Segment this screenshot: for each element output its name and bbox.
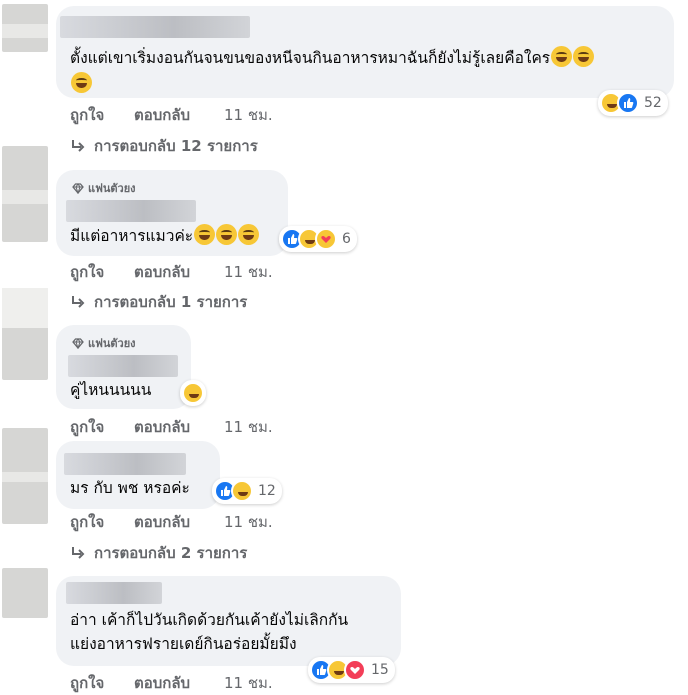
avatar[interactable] xyxy=(2,288,48,380)
comment-actions: ถูกใจ ตอบกลับ 11 ชม. xyxy=(70,510,273,534)
timestamp[interactable]: 11 ชม. xyxy=(224,415,273,439)
like-button[interactable]: ถูกใจ xyxy=(70,103,134,127)
reply-button[interactable]: ตอบกลับ xyxy=(134,260,224,284)
timestamp[interactable]: 11 ชม. xyxy=(224,671,273,695)
love-reaction-icon xyxy=(344,659,366,681)
commenter-name-blurred[interactable] xyxy=(66,582,162,604)
like-button[interactable]: ถูกใจ xyxy=(70,510,134,534)
reaction-count: 12 xyxy=(258,483,276,499)
top-fan-badge: แฟนตัวยง xyxy=(72,179,136,197)
comment-actions: ถูกใจ ตอบกลับ 11 ชม. xyxy=(70,671,273,695)
commenter-name-blurred[interactable] xyxy=(68,355,178,377)
comment-bubble: แฟนตัวยง มีแต่อาหารแมวค่ะ xyxy=(56,170,288,256)
comment-text: มร กับ พช หรอค่ะ xyxy=(70,479,190,497)
like-button[interactable]: ถูกใจ xyxy=(70,415,134,439)
laughing-emoji-icon xyxy=(216,224,238,245)
reply-arrow-icon xyxy=(72,547,85,559)
commenter-name-blurred[interactable] xyxy=(60,16,250,38)
avatar[interactable] xyxy=(2,4,48,52)
reaction-summary[interactable] xyxy=(180,380,206,406)
comment-text-line-2: แย่งอาหารฟรายเดย์กินอร่อยมั้ยมึง xyxy=(70,635,297,653)
comment-text: คู่ไหนนนนน xyxy=(70,381,152,399)
like-button[interactable]: ถูกใจ xyxy=(70,260,134,284)
reaction-count: 52 xyxy=(644,95,662,111)
comment-bubble: แฟนตัวยง คู่ไหนนนนน xyxy=(56,325,191,409)
reply-button[interactable]: ตอบกลับ xyxy=(134,671,224,695)
commenter-name-blurred[interactable] xyxy=(64,453,186,475)
haha-reaction-icon xyxy=(231,480,253,502)
reaction-summary[interactable]: 12 xyxy=(212,478,282,504)
reply-button[interactable]: ตอบกลับ xyxy=(134,510,224,534)
care-reaction-icon xyxy=(315,228,337,250)
reply-arrow-icon xyxy=(72,140,85,152)
timestamp[interactable]: 11 ชม. xyxy=(224,510,273,534)
comment-text: อ่าา เค้าก็ไปวันเกิดด้วยกันเค้ายังไม่เลิ… xyxy=(70,611,349,629)
timestamp[interactable]: 11 ชม. xyxy=(224,260,273,284)
comment-text: ตั้งแต่เขาเริ่มงอนกันจนขนของหนีจนกินอาหา… xyxy=(70,46,595,70)
like-reaction-icon xyxy=(617,92,639,114)
reply-button[interactable]: ตอบกลับ xyxy=(134,415,224,439)
reaction-summary[interactable]: 6 xyxy=(279,226,357,252)
diamond-icon xyxy=(72,337,84,349)
view-replies-link[interactable]: การตอบกลับ 12 รายการ xyxy=(70,134,258,158)
commenter-name-blurred[interactable] xyxy=(66,200,196,222)
reply-button[interactable]: ตอบกลับ xyxy=(134,103,224,127)
comment-bubble: ตั้งแต่เขาเริ่มงอนกันจนขนของหนีจนกินอาหา… xyxy=(56,6,674,98)
haha-reaction-icon xyxy=(182,382,204,404)
reaction-count: 15 xyxy=(371,662,389,678)
laughing-emoji-icon xyxy=(71,72,92,93)
comment-text: มีแต่อาหารแมวค่ะ xyxy=(70,224,260,248)
comment-actions: ถูกใจ ตอบกลับ 11 ชม. xyxy=(70,103,273,127)
view-replies-link[interactable]: การตอบกลับ 2 รายการ xyxy=(70,541,247,565)
timestamp[interactable]: 11 ชม. xyxy=(224,103,273,127)
comment-actions: ถูกใจ ตอบกลับ 11 ชม. xyxy=(70,415,273,439)
view-replies-link[interactable]: การตอบกลับ 1 รายการ xyxy=(70,290,247,314)
comment-text-emoji-line xyxy=(70,72,92,96)
reaction-summary[interactable]: 52 xyxy=(598,90,668,116)
comment-actions: ถูกใจ ตอบกลับ 11 ชม. xyxy=(70,260,273,284)
diamond-icon xyxy=(72,182,84,194)
reply-arrow-icon xyxy=(72,296,85,308)
laughing-emoji-icon xyxy=(551,46,573,67)
avatar[interactable] xyxy=(2,568,48,618)
top-fan-badge: แฟนตัวยง xyxy=(72,334,136,352)
laughing-emoji-icon xyxy=(573,46,595,67)
comment-bubble: อ่าา เค้าก็ไปวันเกิดด้วยกันเค้ายังไม่เลิ… xyxy=(56,576,401,666)
reaction-count: 6 xyxy=(342,231,351,247)
laughing-emoji-icon xyxy=(194,224,216,245)
comment-bubble: มร กับ พช หรอค่ะ xyxy=(56,441,220,509)
avatar[interactable] xyxy=(2,428,48,524)
like-button[interactable]: ถูกใจ xyxy=(70,671,134,695)
reaction-summary[interactable]: 15 xyxy=(308,657,395,683)
avatar[interactable] xyxy=(2,146,48,242)
laughing-emoji-icon xyxy=(238,224,260,245)
